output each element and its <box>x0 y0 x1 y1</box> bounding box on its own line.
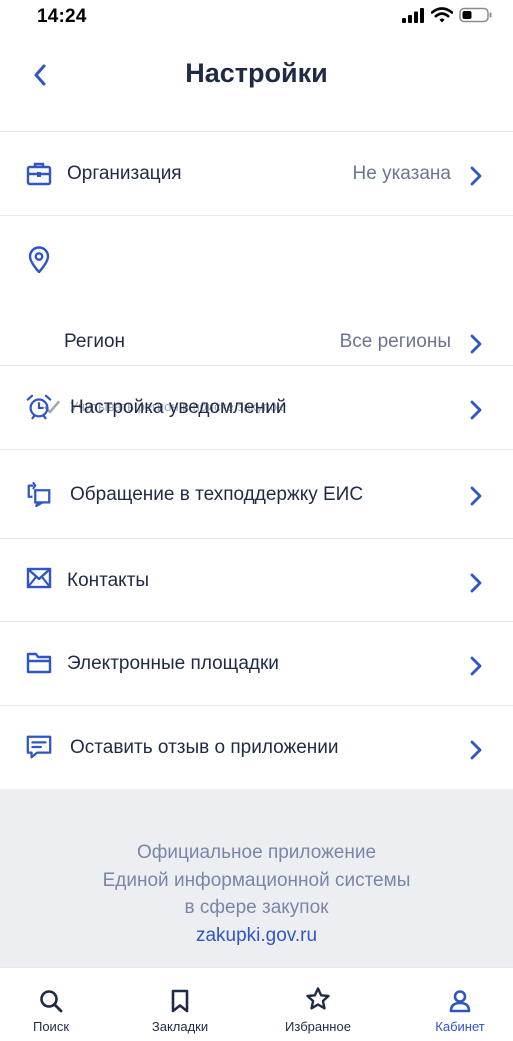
contacts-label: Контакты <box>67 570 150 591</box>
settings-item-contacts[interactable]: Контакты <box>0 539 513 622</box>
message-icon <box>25 733 53 761</box>
chevron-right-icon <box>470 740 482 760</box>
envelope-icon <box>25 564 53 592</box>
status-icons <box>401 7 493 23</box>
bookmark-icon <box>171 989 189 1013</box>
tab-cabinet-label: Кабинет <box>435 1019 485 1034</box>
settings-item-region[interactable]: Регион Все регионы Учитывать регион в по… <box>0 216 513 414</box>
status-time: 14:24 <box>37 6 87 27</box>
tab-favorites-label: Избранное <box>285 1019 351 1034</box>
region-label: Регион <box>64 331 126 352</box>
region-value: Все регионы <box>339 331 451 352</box>
app-info-line-2: Единой информационной системы <box>102 869 411 891</box>
alarm-clock-icon <box>25 393 53 421</box>
notifications-label: Настройка уведомлений <box>70 397 287 418</box>
settings-item-notifications[interactable]: Настройка уведомлений <box>0 366 513 450</box>
settings-item-support[interactable]: Обращение в техподдержку ЕИС <box>0 450 513 539</box>
chevron-right-icon <box>470 486 482 506</box>
search-icon <box>40 990 63 1013</box>
user-icon <box>449 990 471 1013</box>
page-title: Настройки <box>185 58 328 88</box>
briefcase-icon <box>25 160 53 188</box>
tab-bar: Поиск Закладки Избранное Кабинет <box>0 967 513 1041</box>
tab-search[interactable]: Поиск <box>1 968 101 1041</box>
cellular-signal-icon <box>402 8 424 23</box>
platforms-label: Электронные площадки <box>67 653 279 674</box>
folder-icon <box>25 649 53 677</box>
settings-list: Организация Не указана Регион Все регион… <box>0 132 513 790</box>
organization-label: Организация <box>67 163 182 184</box>
app-info-line-3: в сфере закупок <box>184 897 329 918</box>
tab-search-label: Поиск <box>32 1019 70 1034</box>
chevron-right-icon <box>470 166 482 186</box>
chevron-right-icon <box>470 656 482 676</box>
chevron-right-icon <box>470 400 482 420</box>
tab-bookmarks-label: Закладки <box>151 1019 209 1034</box>
settings-item-feedback[interactable]: Оставить отзыв о приложении <box>0 706 513 790</box>
tab-favorites[interactable]: Избранное <box>268 968 368 1041</box>
tab-bookmarks[interactable]: Закладки <box>130 968 230 1041</box>
organization-value: Не указана <box>352 163 452 184</box>
app-info-footer: Официальное приложение Единой информацио… <box>0 789 513 967</box>
status-bar: 14:24 <box>0 0 513 34</box>
chevron-right-icon <box>470 334 482 354</box>
wifi-icon <box>431 7 453 23</box>
settings-item-organization[interactable]: Организация Не указана <box>0 132 513 216</box>
star-icon <box>306 987 330 1010</box>
support-label: Обращение в техподдержку ЕИС <box>70 484 364 505</box>
tab-cabinet[interactable]: Кабинет <box>410 968 510 1041</box>
app-info-line-1: Официальное приложение <box>136 842 377 863</box>
website-link[interactable]: zakupki.gov.ru <box>0 922 513 950</box>
battery-icon <box>459 7 492 23</box>
chevron-right-icon <box>470 573 482 593</box>
map-pin-icon <box>25 246 53 274</box>
chat-bubbles-icon <box>25 480 53 508</box>
settings-item-platforms[interactable]: Электронные площадки <box>0 622 513 706</box>
feedback-label: Оставить отзыв о приложении <box>70 737 339 758</box>
navigation-bar: Настройки <box>0 34 513 132</box>
app-info-text: Официальное приложение Единой информацио… <box>0 839 513 949</box>
